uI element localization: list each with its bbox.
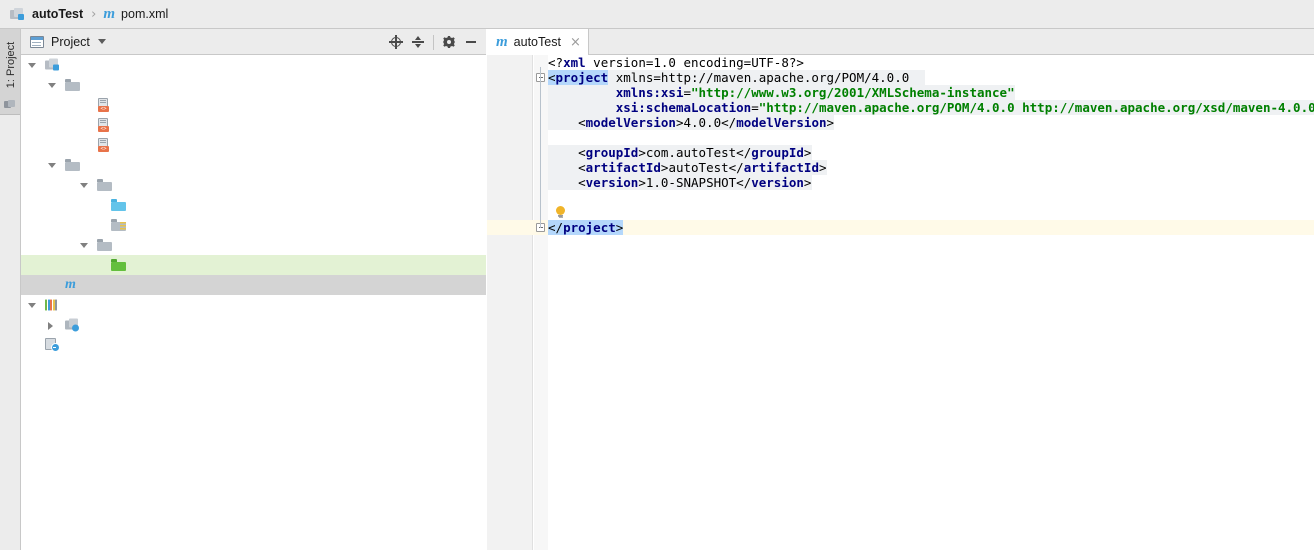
tree-row[interactable]: <> [21, 95, 486, 115]
folder-icon [65, 159, 80, 171]
code-line[interactable]: <modelVersion>4.0.0</modelVersion> [487, 115, 1314, 130]
folder-icon [97, 239, 112, 251]
breadcrumb-file-label: pom.xml [121, 7, 169, 21]
code-line[interactable]: <groupId>com.autoTest</groupId> [487, 145, 1314, 160]
code-line[interactable]: <?xml version=1.0 encoding=UTF-8?> [487, 55, 1314, 70]
chevron-down-icon[interactable] [97, 39, 106, 44]
project-panel-actions [385, 29, 482, 55]
tree-row[interactable] [21, 175, 486, 195]
jdk-library-icon [65, 318, 80, 332]
project-panel-title: Project [51, 34, 90, 49]
module-icon [45, 58, 60, 72]
code-line-text: </project> [548, 220, 624, 235]
tree-row[interactable]: <> [21, 115, 486, 135]
tree-row[interactable] [21, 295, 486, 315]
code-line-text: <groupId>com.autoTest</groupId> [578, 145, 812, 160]
tree-row[interactable] [21, 195, 486, 215]
code-line[interactable]: <project xmlns=http://maven.apache.org/P… [487, 70, 1314, 85]
breadcrumb-project-label: autoTest [32, 7, 84, 21]
maven-file-icon: m [496, 33, 508, 50]
test-source-folder-icon [111, 259, 126, 271]
hide-icon [464, 35, 478, 49]
code-line[interactable]: <artifactId>autoTest</artifactId> [487, 160, 1314, 175]
project-tool-window: Project <> <> <> m [21, 29, 486, 550]
project-view-icon [4, 100, 15, 109]
tree-row[interactable] [21, 155, 486, 175]
left-tool-stripe: 1: Project [0, 29, 21, 550]
module-icon [10, 7, 25, 21]
scratches-icon [45, 338, 60, 352]
project-view-selector[interactable]: Project [21, 35, 106, 49]
breadcrumb-bar: autoTest › m pom.xml [0, 0, 1314, 29]
ide-window: autoTest › m pom.xml 1: Project Project [0, 0, 1314, 550]
expander-collapse-icon[interactable] [48, 162, 56, 168]
tree-row[interactable]: m [21, 275, 486, 295]
project-tree[interactable]: <> <> <> m [21, 55, 486, 550]
toolbar-divider [433, 34, 434, 50]
hide-panel-button[interactable] [460, 31, 482, 53]
gear-icon [442, 35, 456, 49]
project-panel-header: Project [21, 29, 486, 55]
intention-bulb-icon[interactable] [555, 206, 566, 218]
code-line[interactable] [487, 190, 1314, 205]
code-line-text: <artifactId>autoTest</artifactId> [578, 160, 827, 175]
project-view-icon [30, 35, 44, 48]
maven-file-icon: m [103, 5, 116, 22]
breadcrumb-separator-icon: › [91, 6, 97, 22]
code-line[interactable]: xmlns:xsi="http://www.w3.org/2001/XMLSch… [487, 85, 1314, 100]
locate-icon [389, 35, 403, 49]
expander-collapse-icon[interactable] [80, 182, 88, 188]
folder-icon [97, 179, 112, 191]
maven-file-icon: m [65, 277, 76, 292]
code-line-text: <version>1.0-SNAPSHOT</version> [578, 175, 812, 190]
code-line[interactable]: </project> [487, 220, 1314, 235]
editor-tab-label: autoTest [513, 35, 561, 49]
code-line[interactable]: <version>1.0-SNAPSHOT</version> [487, 175, 1314, 190]
code-line[interactable] [487, 205, 1314, 220]
expander-collapse-icon[interactable] [48, 82, 56, 88]
code-line[interactable] [487, 130, 1314, 145]
tree-row[interactable] [21, 55, 486, 75]
code-line-text: xsi:schemaLocation="http://maven.apache.… [615, 100, 1314, 115]
expander-collapse-icon[interactable] [28, 62, 36, 68]
tree-row[interactable] [21, 235, 486, 255]
breadcrumb-file[interactable]: m pom.xml [103, 0, 168, 28]
code-line-text: <project xmlns=http://maven.apache.org/P… [548, 70, 910, 85]
tree-row[interactable] [21, 215, 486, 235]
collapse-all-button[interactable] [407, 31, 429, 53]
code-lines: <?xml version=1.0 encoding=UTF-8?> <proje… [487, 55, 1314, 550]
tree-row[interactable] [21, 75, 486, 95]
code-line[interactable]: xsi:schemaLocation="http://maven.apache.… [487, 100, 1314, 115]
locate-file-button[interactable] [385, 31, 407, 53]
folder-icon [65, 79, 80, 91]
code-editor[interactable]: <?xml version=1.0 encoding=UTF-8?> <proje… [487, 55, 1314, 550]
source-folder-icon [111, 199, 126, 211]
expander-collapse-icon[interactable] [28, 302, 36, 308]
tree-row[interactable]: <> [21, 135, 486, 155]
code-line-text: xmlns:xsi="http://www.w3.org/2001/XMLSch… [615, 85, 1015, 100]
breadcrumb-project[interactable]: autoTest [10, 0, 83, 28]
tree-row[interactable] [21, 335, 486, 355]
code-line-text: <modelVersion>4.0.0</modelVersion> [578, 115, 835, 130]
settings-button[interactable] [438, 31, 460, 53]
xml-file-icon: <> [97, 98, 111, 112]
external-libraries-icon [45, 299, 59, 312]
collapse-all-icon [411, 35, 425, 49]
expander-expand-icon[interactable] [48, 321, 53, 330]
code-line-text: <?xml version=1.0 encoding=UTF-8?> [548, 55, 804, 70]
stripe-tab-project[interactable]: 1: Project [0, 29, 20, 115]
xml-file-icon: <> [97, 138, 111, 152]
resources-folder-icon [111, 219, 126, 231]
fold-guide-line [540, 67, 541, 228]
editor-area: m autoTest × <?xml version=1.0 encoding=… [487, 29, 1314, 550]
xml-file-icon: <> [97, 118, 111, 132]
editor-tab-autotest[interactable]: m autoTest × [487, 29, 589, 55]
close-icon[interactable]: × [570, 36, 581, 49]
stripe-tab-project-label: 1: Project [5, 41, 17, 89]
expander-collapse-icon[interactable] [80, 242, 88, 248]
tree-row[interactable] [21, 255, 486, 275]
editor-tab-bar: m autoTest × [487, 29, 1314, 55]
tree-row[interactable] [21, 315, 486, 335]
